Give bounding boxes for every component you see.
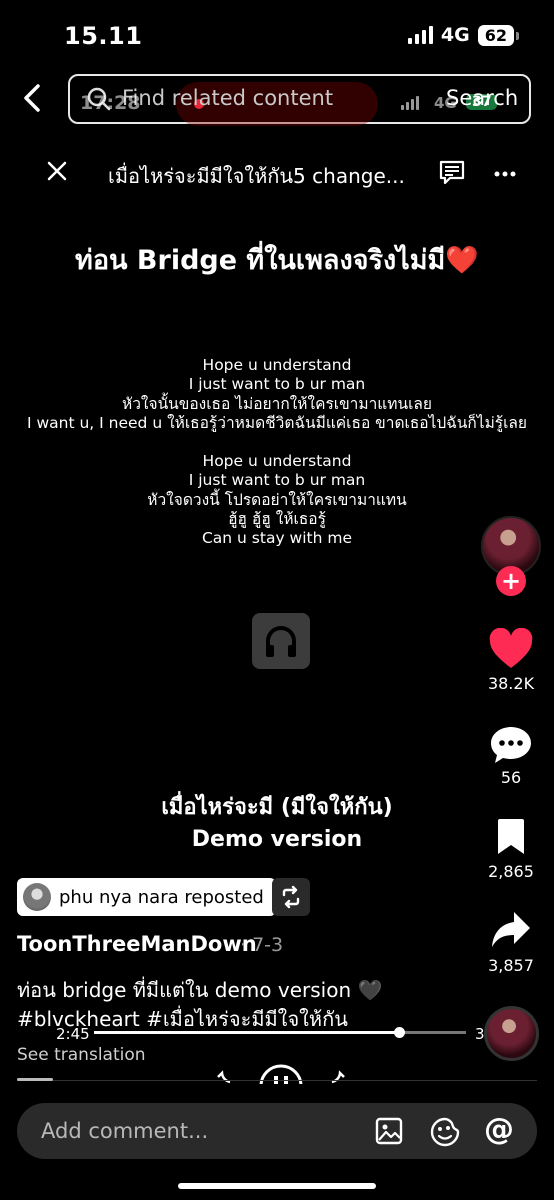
post-date: · 7-3 [240,934,284,956]
reposter-avatar [23,883,51,911]
song-title: เมื่อไหร่จะมี (มีใจให้กัน) Demo version [0,792,554,856]
emoji-icon[interactable] [429,1116,461,1152]
video-progress-bar[interactable] [17,1078,53,1081]
mention-icon[interactable]: @ [484,1112,514,1147]
share-icon[interactable] [490,910,532,954]
ghost-signal-icon [401,96,419,110]
comment-icon[interactable] [489,724,533,770]
chevron-left-icon [24,84,40,112]
lyric-line: หัวใจดวงนี้ โปรดอย่าให้ใครเขามาแทน [147,490,407,509]
headphone-icon [252,613,310,669]
lyric-line: ฮู้ฮู ฮู้ฮู ให้เธอรู้ [228,510,326,529]
repost-button[interactable] [272,878,310,916]
lyric-spacer [0,433,554,452]
follow-plus-icon[interactable]: + [496,566,526,596]
more-options-icon[interactable] [494,164,516,183]
network-type: 4G [440,24,470,46]
see-translation-link[interactable]: See translation [17,1045,146,1065]
comment-placeholder[interactable]: Add comment... [41,1119,208,1143]
comment-count: 56 [500,768,522,787]
pause-button[interactable] [259,1064,303,1084]
bookmark-icon[interactable] [496,818,526,860]
status-time: 15.11 [64,22,143,50]
lyrics-block: Hope u understand I just want to b ur ma… [0,356,554,549]
scrub-progress [94,1031,400,1034]
lyric-line: I just want to b ur man [188,471,366,490]
back-button[interactable] [18,80,48,116]
captions-icon[interactable] [438,158,466,190]
search-placeholder[interactable]: Find related content [122,86,333,110]
ghost-status-time: 17:28 [80,92,141,114]
lyric-line: Hope u understand [202,356,352,374]
song-title-version: Demo version [191,827,363,852]
music-disc[interactable] [484,1006,539,1061]
photo-icon[interactable] [374,1116,404,1150]
lyric-line: I want u, I need u ให้เธอรู้ว่าหมดชีวิตฉ… [26,413,527,432]
video-progress-track [17,1080,537,1081]
repost-icon [282,885,300,909]
save-count: 2,865 [488,862,534,881]
lyric-line: Can u stay with me [201,529,353,548]
share-count: 3,857 [488,956,534,975]
status-indicators: 4G 62 [407,24,520,46]
caption-line: ท่อน bridge ที่มีแต่ใน demo version 🖤 [17,978,383,1002]
scrub-handle[interactable] [394,1027,406,1038]
heart-icon[interactable] [488,627,534,674]
repost-badge[interactable]: phu nya nara reposted [17,878,276,916]
repost-text: phu nya nara reposted [59,886,264,908]
battery-icon: 62 [477,24,520,46]
like-count: 38.2K [487,674,535,693]
home-indicator [178,1183,376,1189]
close-icon[interactable] [44,158,70,188]
lyric-line: I just want to b ur man [188,375,366,394]
video-headline: ท่อน Bridge ที่ในเพลงจริงไม่มี❤️ [75,245,479,276]
search-button[interactable]: Search [446,86,518,110]
lyric-line: Hope u understand [202,452,352,471]
song-title-thai: เมื่อไหร่จะมี (มีใจให้กัน) [161,795,393,820]
current-time: 2:45 [56,1025,90,1043]
playlist-title[interactable]: เมื่อไหร่จะมีมีใจให้กัน5 change... [108,160,408,192]
creator-username[interactable]: ToonThreeManDown [17,932,257,956]
signal-icon [407,26,433,44]
lyric-line: หัวใจนั้นของเธอ ไม่อยากให้ใครเขามาแทนเลย [122,394,432,413]
playback-controls [0,1064,554,1084]
